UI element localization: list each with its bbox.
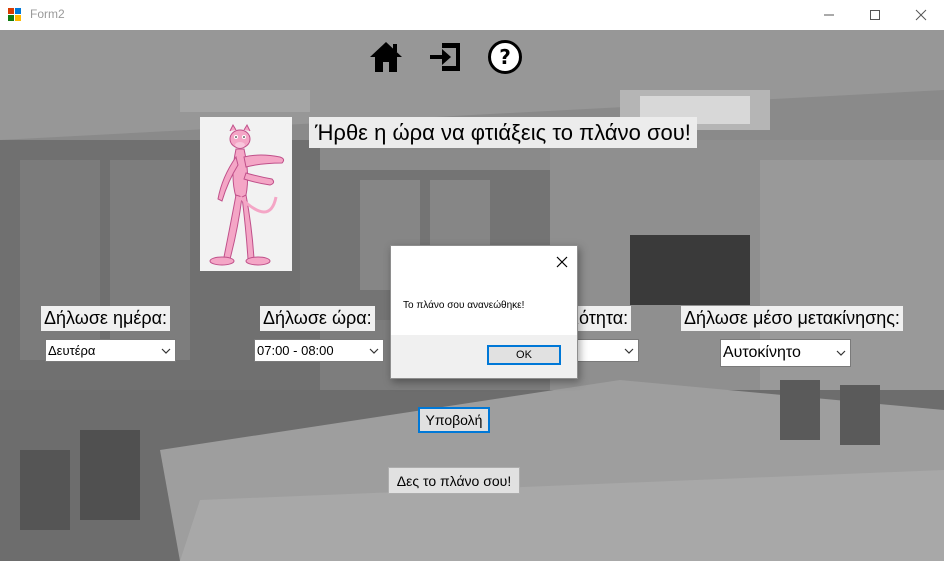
svg-text:?: ? (499, 45, 511, 69)
sign-in-button[interactable] (428, 39, 464, 75)
dialog-message: Το πλάνο σου ανανεώθηκε! (403, 300, 525, 311)
home-icon (370, 42, 402, 72)
chevron-down-icon (365, 348, 383, 354)
day-dropdown[interactable]: Δευτέρα (45, 339, 176, 362)
time-dropdown-value: 07:00 - 08:00 (257, 343, 334, 358)
time-dropdown[interactable]: 07:00 - 08:00 (254, 339, 384, 362)
transport-label: Δήλωσε μέσο μετακίνησης: (681, 306, 903, 331)
minimize-icon (824, 14, 834, 16)
window-title: Form2 (30, 7, 65, 21)
time-label: Δήλωσε ώρα: (260, 306, 375, 331)
close-button[interactable] (898, 0, 944, 30)
help-button[interactable]: ? (487, 39, 523, 75)
view-plan-button[interactable]: Δες το πλάνο σου! (388, 467, 520, 494)
pink-panther-image (200, 117, 292, 271)
day-label: Δήλωσε ημέρα: (41, 306, 171, 331)
title-bar: Form2 (0, 0, 944, 30)
submit-button[interactable]: Υποβολή (418, 407, 490, 433)
maximize-button[interactable] (852, 0, 898, 30)
close-icon (915, 9, 927, 21)
ok-button[interactable]: OK (487, 345, 561, 365)
message-dialog: Το πλάνο σου ανανεώθηκε! OK (390, 245, 578, 379)
minimize-button[interactable] (806, 0, 852, 30)
maximize-icon (870, 10, 880, 20)
activity-label: ιότητα: (572, 306, 632, 331)
transport-dropdown[interactable]: Αυτοκίνητο (720, 339, 851, 367)
close-icon (556, 256, 568, 268)
activity-dropdown[interactable] (576, 339, 639, 362)
chevron-down-icon (620, 348, 638, 354)
chevron-down-icon (157, 348, 175, 354)
home-button[interactable] (368, 39, 404, 75)
dialog-footer: OK (391, 335, 577, 378)
help-icon: ? (488, 40, 522, 74)
app-icon (8, 8, 22, 22)
chevron-down-icon (832, 350, 850, 356)
dialog-close-button[interactable] (555, 254, 569, 268)
sign-in-icon (430, 43, 460, 71)
transport-dropdown-value: Αυτοκίνητο (723, 344, 801, 361)
page-title: Ήρθε η ώρα να φτιάξεις το πλάνο σου! (309, 117, 697, 148)
day-dropdown-value: Δευτέρα (48, 343, 96, 358)
